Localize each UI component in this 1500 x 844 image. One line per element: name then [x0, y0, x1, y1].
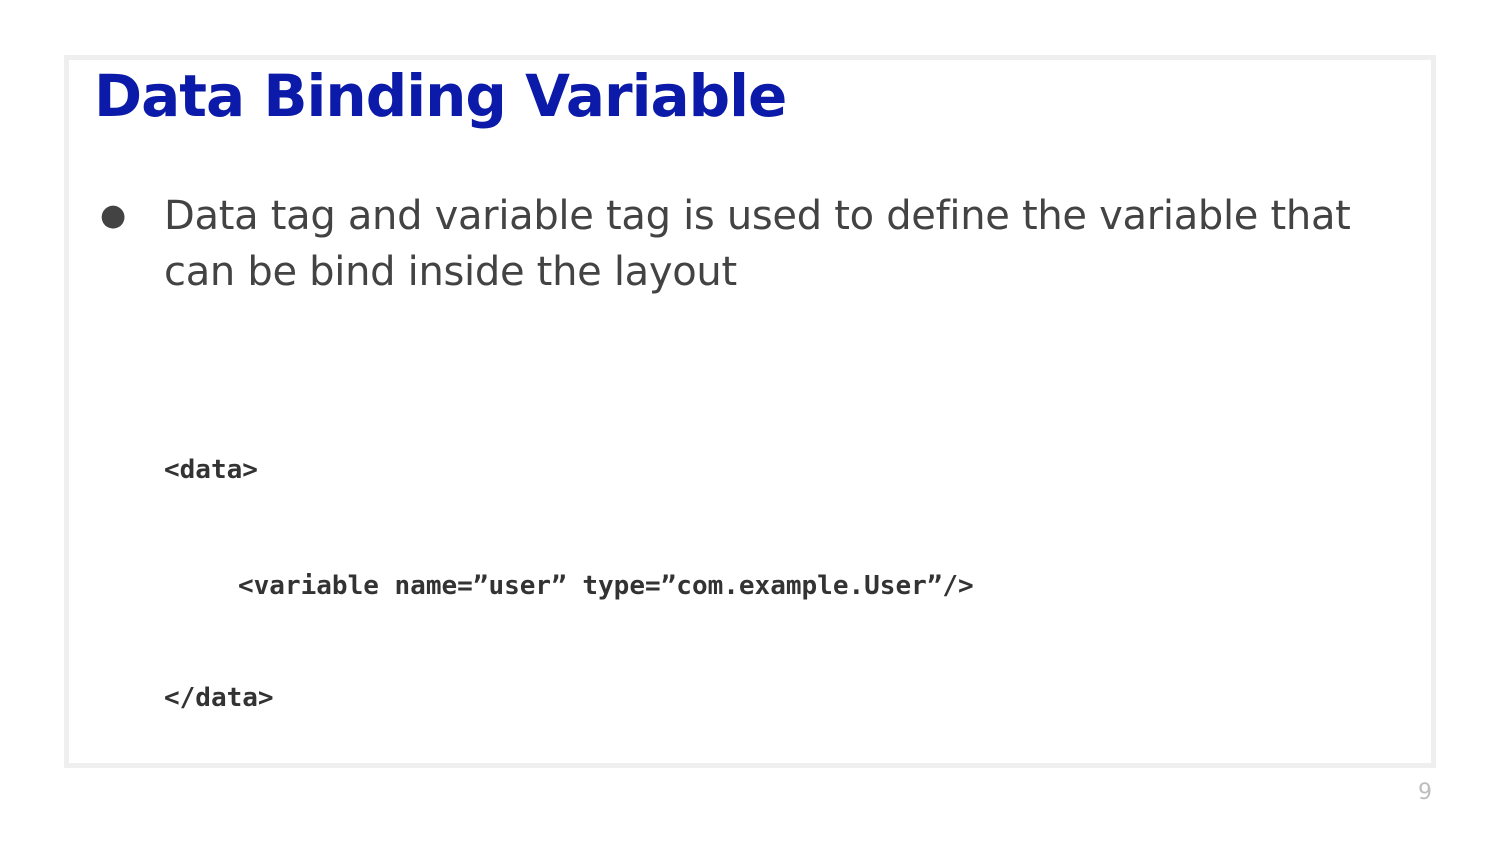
- code-block: <data> <variable name=”user” type=”com.e…: [164, 392, 974, 776]
- bullet-item: ● Data tag and variable tag is used to d…: [100, 188, 1400, 300]
- slide-title: Data Binding Variable: [94, 62, 787, 130]
- code-line-data-close: </data>: [164, 683, 274, 713]
- bullet-text: Data tag and variable tag is used to def…: [164, 193, 1351, 295]
- code-line-data-open: <data>: [164, 455, 258, 485]
- bullet-list: ● Data tag and variable tag is used to d…: [100, 188, 1400, 300]
- slide: Data Binding Variable ● Data tag and var…: [0, 0, 1500, 844]
- bullet-dot-icon: ●: [100, 198, 126, 233]
- code-line-variable: <variable name=”user” type=”com.example.…: [238, 571, 974, 601]
- page-number: 9: [1418, 780, 1432, 805]
